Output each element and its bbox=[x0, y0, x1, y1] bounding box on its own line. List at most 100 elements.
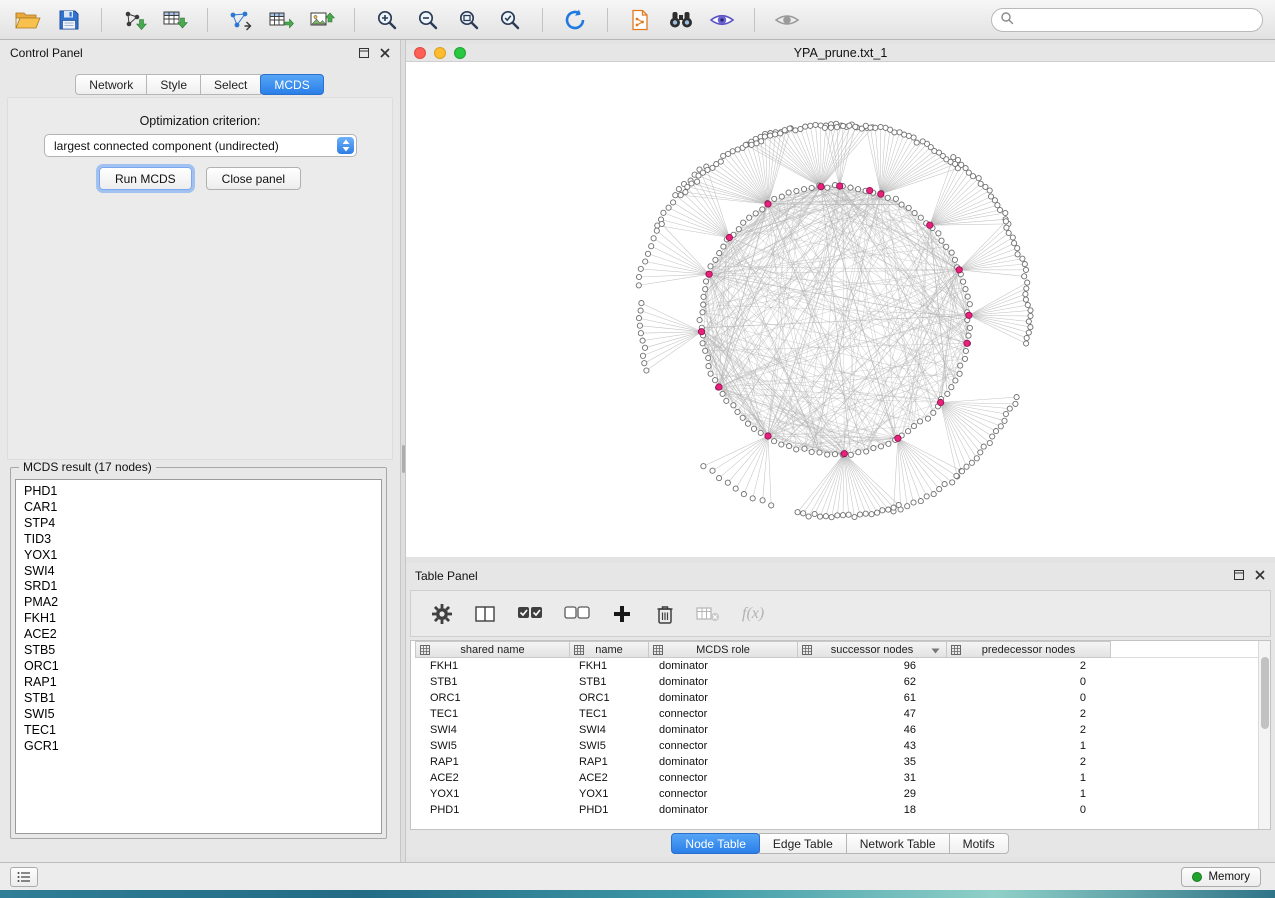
table-cell[interactable]: connector bbox=[651, 788, 801, 800]
mcds-result-item[interactable]: TID3 bbox=[24, 532, 381, 548]
memory-button[interactable]: Memory bbox=[1181, 867, 1261, 887]
table-cell[interactable]: SWI4 bbox=[571, 724, 651, 736]
table-cell[interactable]: 1 bbox=[951, 772, 1116, 784]
network-canvas[interactable] bbox=[406, 62, 1275, 557]
open-folder-icon[interactable] bbox=[12, 5, 44, 35]
export-image-icon[interactable] bbox=[306, 5, 338, 35]
zoom-selected-icon[interactable] bbox=[494, 5, 526, 35]
table-cell[interactable]: TEC1 bbox=[571, 708, 651, 720]
float-table-panel-icon[interactable] bbox=[1233, 569, 1244, 580]
float-panel-icon[interactable] bbox=[358, 47, 369, 58]
table-cell[interactable]: STB1 bbox=[571, 676, 651, 688]
table-cell[interactable]: ORC1 bbox=[571, 692, 651, 704]
table-cell[interactable]: 35 bbox=[801, 756, 951, 768]
mcds-result-item[interactable]: RAP1 bbox=[24, 675, 381, 691]
table-row[interactable]: PHD1PHD1dominator180 bbox=[411, 802, 1270, 818]
table-cell[interactable]: dominator bbox=[651, 692, 801, 704]
mcds-result-item[interactable]: SWI5 bbox=[24, 707, 381, 723]
table-cell[interactable]: 0 bbox=[951, 692, 1116, 704]
mcds-result-item[interactable]: SRD1 bbox=[24, 579, 381, 595]
mcds-result-item[interactable]: STB5 bbox=[24, 643, 381, 659]
table-cell[interactable]: PHD1 bbox=[571, 804, 651, 816]
table-cell[interactable]: ACE2 bbox=[416, 772, 571, 784]
table-cell[interactable]: RAP1 bbox=[571, 756, 651, 768]
table-cell[interactable]: 43 bbox=[801, 740, 951, 752]
mcds-result-item[interactable]: ORC1 bbox=[24, 659, 381, 675]
table-cell[interactable]: ORC1 bbox=[416, 692, 571, 704]
table-cell[interactable]: SWI5 bbox=[571, 740, 651, 752]
mcds-result-item[interactable]: PMA2 bbox=[24, 595, 381, 611]
table-cell[interactable]: PHD1 bbox=[416, 804, 571, 816]
table-cell[interactable]: RAP1 bbox=[416, 756, 571, 768]
table-cell[interactable]: ACE2 bbox=[571, 772, 651, 784]
network-window-titlebar[interactable]: YPA_prune.txt_1 bbox=[406, 44, 1275, 62]
table-cell[interactable]: 96 bbox=[801, 660, 951, 672]
delete-column-icon[interactable] bbox=[652, 601, 678, 627]
save-icon[interactable] bbox=[53, 5, 85, 35]
column-header-successor-nodes[interactable]: successor nodes bbox=[797, 641, 947, 658]
table-cell[interactable]: 61 bbox=[801, 692, 951, 704]
table-cell[interactable]: dominator bbox=[651, 756, 801, 768]
table-cell[interactable]: TEC1 bbox=[416, 708, 571, 720]
table-row[interactable]: STB1STB1dominator620 bbox=[411, 674, 1270, 690]
tab-edge-table[interactable]: Edge Table bbox=[759, 833, 847, 854]
table-scrollbar-thumb[interactable] bbox=[1261, 657, 1269, 729]
import-table-icon[interactable] bbox=[159, 5, 191, 35]
tab-node-table[interactable]: Node Table bbox=[671, 833, 760, 854]
table-settings-gear-icon[interactable] bbox=[429, 601, 455, 627]
table-cell[interactable]: FKH1 bbox=[416, 660, 571, 672]
show-columns-icon[interactable] bbox=[472, 601, 498, 627]
close-panel-icon[interactable] bbox=[379, 47, 390, 58]
splitter-grip[interactable] bbox=[402, 445, 405, 473]
visibility-eye-icon[interactable] bbox=[771, 5, 803, 35]
binoculars-icon[interactable] bbox=[665, 5, 697, 35]
table-cell[interactable]: dominator bbox=[651, 724, 801, 736]
column-header-predecessor-nodes[interactable]: predecessor nodes bbox=[946, 641, 1111, 658]
table-cell[interactable]: 1 bbox=[951, 788, 1116, 800]
zoom-in-icon[interactable] bbox=[371, 5, 403, 35]
mcds-result-item[interactable]: GCR1 bbox=[24, 739, 381, 755]
table-cell[interactable]: 2 bbox=[951, 708, 1116, 720]
table-cell[interactable]: 0 bbox=[951, 676, 1116, 688]
table-cell[interactable]: 2 bbox=[951, 756, 1116, 768]
table-cell[interactable]: dominator bbox=[651, 804, 801, 816]
table-cell[interactable]: SWI4 bbox=[416, 724, 571, 736]
mcds-result-list[interactable]: PHD1CAR1STP4TID3YOX1SWI4SRD1PMA2FKH1ACE2… bbox=[15, 479, 382, 834]
table-cell[interactable]: dominator bbox=[651, 676, 801, 688]
table-cell[interactable]: 62 bbox=[801, 676, 951, 688]
select-all-columns-icon[interactable] bbox=[515, 601, 545, 627]
table-cell[interactable]: connector bbox=[651, 708, 801, 720]
close-panel-button[interactable]: Close panel bbox=[206, 167, 301, 190]
add-column-icon[interactable] bbox=[609, 601, 635, 627]
column-header-name[interactable]: name bbox=[569, 641, 649, 658]
column-header-mcds-role[interactable]: MCDS role bbox=[648, 641, 798, 658]
tab-style[interactable]: Style bbox=[146, 74, 201, 95]
network-graph[interactable] bbox=[406, 62, 1275, 557]
table-row[interactable]: YOX1YOX1connector291 bbox=[411, 786, 1270, 802]
zoom-fit-icon[interactable] bbox=[453, 5, 485, 35]
table-cell[interactable]: 18 bbox=[801, 804, 951, 816]
table-cell[interactable]: 2 bbox=[951, 724, 1116, 736]
search-input[interactable] bbox=[1019, 13, 1254, 27]
import-network-icon[interactable] bbox=[118, 5, 150, 35]
table-row[interactable]: ORC1ORC1dominator610 bbox=[411, 690, 1270, 706]
optimization-criterion-select[interactable]: largest connected component (undirected) bbox=[44, 134, 357, 157]
mcds-result-item[interactable]: STB1 bbox=[24, 691, 381, 707]
refresh-layout-icon[interactable] bbox=[559, 5, 591, 35]
mcds-result-item[interactable]: ACE2 bbox=[24, 627, 381, 643]
close-table-panel-icon[interactable] bbox=[1254, 569, 1265, 580]
mcds-result-item[interactable]: CAR1 bbox=[24, 500, 381, 516]
share-document-icon[interactable] bbox=[624, 5, 656, 35]
mcds-result-item[interactable]: FKH1 bbox=[24, 611, 381, 627]
tab-mcds[interactable]: MCDS bbox=[260, 74, 323, 95]
table-row[interactable]: SWI4SWI4dominator462 bbox=[411, 722, 1270, 738]
table-cell[interactable]: 47 bbox=[801, 708, 951, 720]
deselect-all-columns-icon[interactable] bbox=[562, 601, 592, 627]
table-row[interactable]: TEC1TEC1connector472 bbox=[411, 706, 1270, 722]
run-mcds-button[interactable]: Run MCDS bbox=[99, 167, 192, 190]
table-row[interactable]: FKH1FKH1dominator962 bbox=[411, 658, 1270, 674]
table-cell[interactable]: 29 bbox=[801, 788, 951, 800]
tab-network[interactable]: Network bbox=[75, 74, 147, 95]
style-preview-eye-icon[interactable] bbox=[706, 5, 738, 35]
table-cell[interactable]: dominator bbox=[651, 660, 801, 672]
